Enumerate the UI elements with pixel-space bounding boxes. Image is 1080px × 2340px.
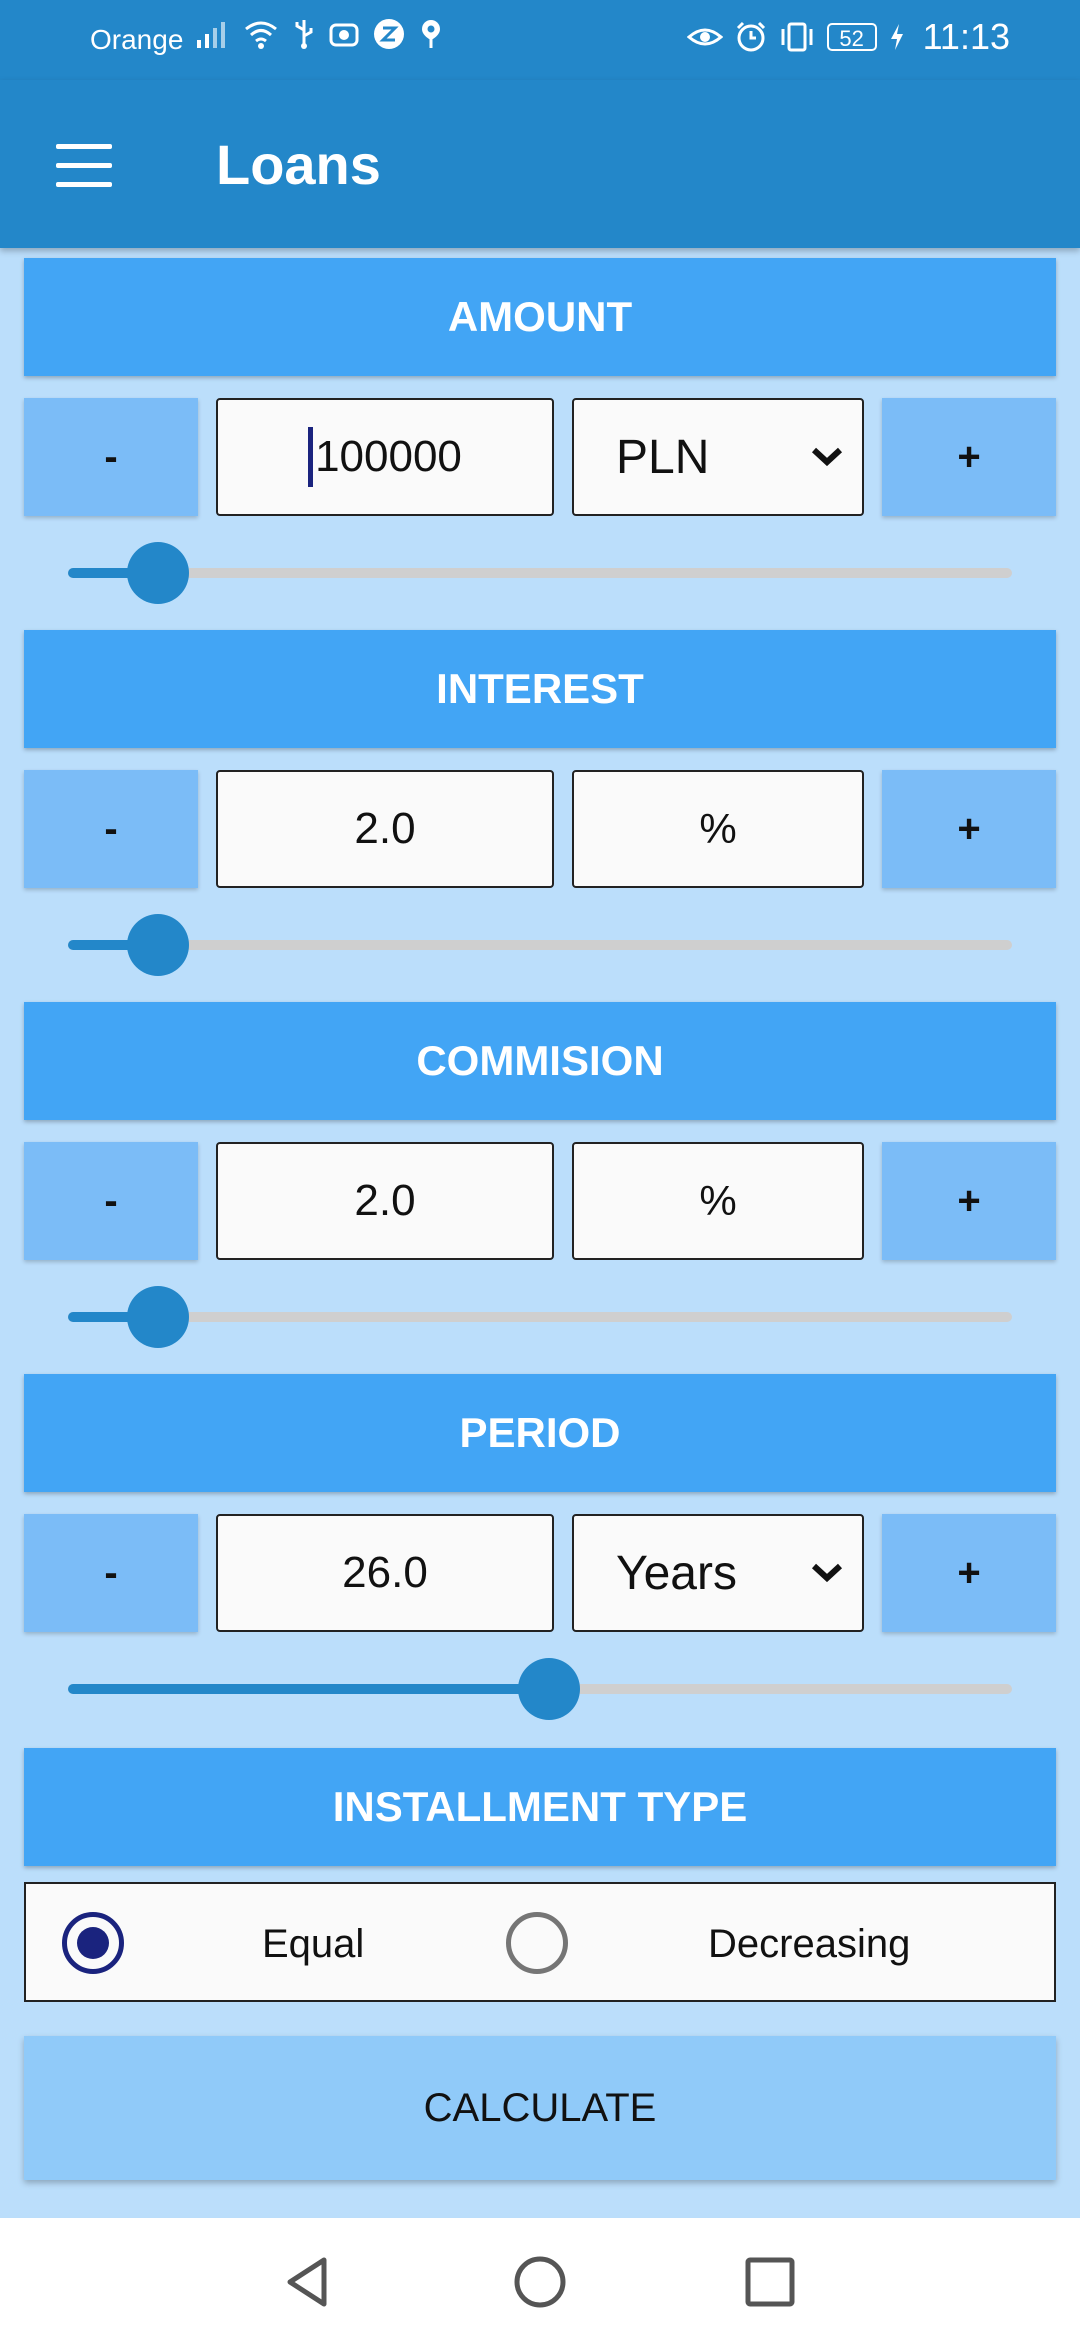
- radio-equal[interactable]: [62, 1912, 124, 1974]
- period-input[interactable]: 26.0: [216, 1514, 554, 1632]
- installment-radio-group: Equal Decreasing: [24, 1882, 1056, 2002]
- period-slider[interactable]: [68, 1658, 1012, 1720]
- alarm-icon: [736, 21, 765, 52]
- radio-dot: [77, 1927, 109, 1959]
- status-icons-right: 52 11:13: [686, 16, 1010, 58]
- commission-plus-button[interactable]: +: [882, 1142, 1056, 1260]
- currency-select[interactable]: PLN: [572, 398, 864, 516]
- installment-header: INSTALLMENT TYPE: [24, 1748, 1056, 1866]
- commission-input[interactable]: 2.0: [216, 1142, 554, 1260]
- text-cursor: [308, 427, 314, 487]
- radio-decreasing[interactable]: [506, 1912, 568, 1974]
- amount-slider[interactable]: [68, 542, 1012, 604]
- interest-header: INTEREST: [24, 630, 1056, 748]
- status-bar: Orange 52 11:13: [0, 0, 1080, 80]
- location-icon: [422, 20, 440, 48]
- commission-unit: %: [572, 1142, 864, 1260]
- slider-track: [68, 568, 1012, 578]
- commission-minus-button[interactable]: -: [24, 1142, 198, 1260]
- slider-thumb[interactable]: [126, 1286, 189, 1348]
- notification-icon: [329, 23, 359, 47]
- carrier-name: Orange: [90, 24, 184, 55]
- slider-thumb[interactable]: [518, 1658, 581, 1720]
- slider-track: [68, 1312, 1012, 1322]
- interest-slider[interactable]: [68, 914, 1012, 976]
- chevron-down-icon: [811, 447, 843, 467]
- page-title: Loans: [216, 133, 381, 196]
- navigation-bar: [0, 2218, 1080, 2340]
- slider-thumb[interactable]: [126, 542, 189, 604]
- amount-value: 100000: [315, 432, 462, 481]
- radio-decreasing-label[interactable]: Decreasing: [708, 1922, 910, 1967]
- amount-header: AMOUNT: [24, 258, 1056, 376]
- slider-thumb[interactable]: [126, 914, 189, 976]
- app-notification-icon: [374, 19, 404, 49]
- interest-input[interactable]: 2.0: [216, 770, 554, 888]
- period-unit-select[interactable]: Years: [572, 1514, 864, 1632]
- status-icons-left: [195, 18, 443, 50]
- home-icon[interactable]: [510, 2252, 570, 2312]
- amount-plus-button[interactable]: +: [882, 398, 1056, 516]
- interest-unit: %: [572, 770, 864, 888]
- period-header: PERIOD: [24, 1374, 1056, 1492]
- app-bar: Loans: [0, 80, 1080, 248]
- amount-minus-button[interactable]: -: [24, 398, 198, 516]
- period-unit-value: Years: [616, 1546, 737, 1600]
- chevron-down-icon: [811, 1563, 843, 1583]
- commission-slider[interactable]: [68, 1286, 1012, 1348]
- currency-value: PLN: [616, 430, 710, 484]
- clock: 11:13: [922, 16, 1010, 57]
- interest-minus-button[interactable]: -: [24, 770, 198, 888]
- eye-icon: [686, 28, 723, 46]
- back-icon[interactable]: [280, 2252, 340, 2312]
- interest-plus-button[interactable]: +: [882, 770, 1056, 888]
- period-minus-button[interactable]: -: [24, 1514, 198, 1632]
- vibrate-icon: [781, 22, 813, 52]
- wifi-icon: [245, 21, 277, 49]
- charging-icon: [890, 24, 903, 50]
- commission-header: COMMISION: [24, 1002, 1056, 1120]
- usb-icon: [295, 20, 313, 49]
- recents-icon[interactable]: [740, 2252, 800, 2312]
- radio-equal-label[interactable]: Equal: [262, 1922, 364, 1967]
- menu-icon[interactable]: [56, 144, 112, 188]
- slider-track: [68, 940, 1012, 950]
- battery-level: 52: [826, 23, 877, 51]
- calculate-button[interactable]: CALCULATE: [24, 2036, 1056, 2180]
- slider-fill: [68, 1684, 550, 1694]
- amount-input[interactable]: 100000: [216, 398, 554, 516]
- period-plus-button[interactable]: +: [882, 1514, 1056, 1632]
- signal-icon: [197, 22, 225, 48]
